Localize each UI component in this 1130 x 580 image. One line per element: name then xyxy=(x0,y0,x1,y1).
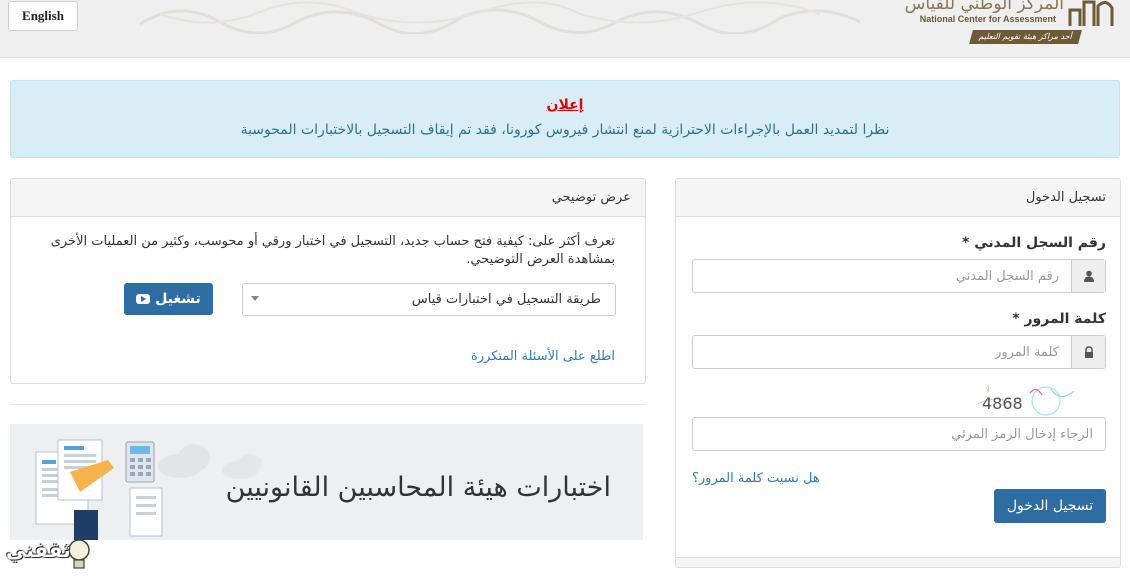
captcha-image[interactable]: 4868 xyxy=(976,383,1086,417)
section-divider xyxy=(10,404,646,405)
password-input[interactable] xyxy=(693,336,1071,368)
site-watermark: ثقفني xyxy=(2,534,102,580)
banner-title: اختبارات هيئة المحاسبين القانونيين xyxy=(225,472,611,503)
user-icon xyxy=(1071,260,1105,292)
accountants-exams-banner[interactable]: اختبارات هيئة المحاسبين القانونيين xyxy=(10,424,643,540)
caret-down-icon xyxy=(251,296,259,301)
watermark-text: ثقفني xyxy=(6,538,71,562)
forgot-password-link[interactable]: هل نسيت كلمة المرور؟ xyxy=(692,471,820,486)
lock-icon xyxy=(1071,336,1105,368)
national-id-group xyxy=(692,259,1106,293)
demo-panel-heading: عرض توضيحي xyxy=(11,179,645,217)
demo-panel: عرض توضيحي تعرف أكثر على: كيفية فتح حساب… xyxy=(10,178,646,384)
faq-link[interactable]: اطلع على الأسئلة المتكررة xyxy=(471,349,615,364)
login-button[interactable]: تسجيل الدخول xyxy=(994,489,1106,523)
announcement-title: إعلان xyxy=(546,97,584,113)
password-group xyxy=(692,335,1106,369)
play-button-label: تشغيل xyxy=(155,291,201,307)
play-button[interactable]: تشغيل xyxy=(124,283,213,315)
captcha-text: 4868 xyxy=(982,394,1023,413)
language-toggle-button[interactable]: English xyxy=(8,1,78,31)
site-header: English المركز الوطني للقياس National Ce… xyxy=(0,0,1130,58)
login-panel-heading: تسجيل الدخول xyxy=(676,179,1120,217)
national-id-input[interactable] xyxy=(693,260,1071,292)
qiyas-logo-mark-icon xyxy=(1068,0,1114,26)
logo-ribbon: أحد مراكز هيئة تقويم التعليم xyxy=(968,30,1082,44)
national-id-label: رقم السجل المدني * xyxy=(962,235,1106,251)
demo-video-select[interactable]: طريقة التسجيل في اختبارات قياس xyxy=(242,283,616,316)
demo-description: تعرف أكثر على: كيفية فتح حساب جديد، التس… xyxy=(50,234,615,267)
password-label: كلمة المرور * xyxy=(1012,311,1106,327)
exam-documents-illustration xyxy=(35,439,163,540)
demo-video-select-value: طريقة التسجيل في اختبارات قياس xyxy=(411,292,601,307)
announcement-alert: إعلان نظرا لتمديد العمل بالإجراءات الاحت… xyxy=(10,80,1120,158)
header-calligraphy-decoration xyxy=(139,1,861,34)
logo-arabic-text: المركز الوطني للقياس xyxy=(904,0,1064,14)
announcement-message: نظرا لتمديد العمل بالإجراءات الاحترازية … xyxy=(240,122,890,138)
login-panel: تسجيل الدخول رقم السجل المدني * كلمة الم… xyxy=(675,178,1121,568)
captcha-input[interactable] xyxy=(692,417,1106,451)
login-panel-footer xyxy=(676,557,1120,567)
nca-logo[interactable]: المركز الوطني للقياس National Center for… xyxy=(905,0,1122,48)
logo-english-text: National Center for Assessment xyxy=(919,14,1056,24)
youtube-play-icon xyxy=(136,294,151,304)
